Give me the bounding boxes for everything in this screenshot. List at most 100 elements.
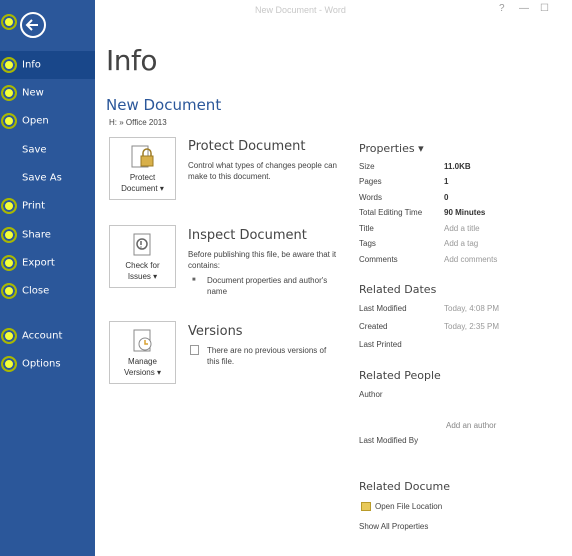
help-button[interactable]: ? (499, 3, 505, 14)
property-value: 90 Minutes (444, 208, 486, 217)
marker-icon (1, 283, 17, 299)
property-row: Title Add a title (359, 224, 559, 236)
property-row: Last Printed (359, 340, 559, 352)
property-row: Last Modified Today, 4:08 PM (359, 304, 559, 316)
check-for-issues-button[interactable]: Check for Issues ▾ (109, 225, 176, 288)
versions-description: There are no previous versions of this f… (207, 346, 327, 366)
marker-icon (1, 198, 17, 214)
nav-item-new[interactable]: New (0, 79, 95, 107)
folder-icon (361, 502, 371, 511)
property-value: Today, 4:08 PM (444, 304, 499, 313)
protect-title: Protect Document (188, 139, 306, 154)
manage-versions-icon (133, 329, 152, 352)
inspect-bullet-text: Document properties and author's name (207, 276, 328, 296)
property-row: Tags Add a tag (359, 239, 559, 251)
property-name: Last Printed (359, 340, 402, 349)
backstage-sidebar: Info New Open Save Save As Print Share E… (0, 0, 95, 556)
property-name: Size (359, 162, 375, 171)
nav-label: Export (22, 257, 55, 269)
nav-item-share[interactable]: Share (0, 221, 95, 249)
lock-document-icon (131, 145, 154, 168)
bullet-icon: ■ (192, 277, 196, 283)
property-name: Last Modified (359, 304, 407, 313)
marker-icon (1, 57, 17, 73)
marker-icon (1, 14, 17, 30)
nav-label: Info (22, 59, 41, 71)
back-button[interactable] (20, 12, 46, 38)
marker-icon (1, 227, 17, 243)
nav-item-account[interactable]: Account (0, 322, 95, 350)
property-value: 0 (444, 193, 449, 202)
nav-item-options[interactable]: Options (0, 350, 95, 378)
tile-label: Protect Document ▾ (110, 172, 175, 194)
related-people-heading: Related People (359, 369, 441, 382)
open-file-location-link[interactable]: Open File Location (375, 502, 442, 511)
document-icon (190, 345, 199, 355)
property-value: 11.0KB (444, 162, 471, 171)
property-name: Title (359, 224, 374, 233)
title-bar: New Document - Word ? — ☐ (95, 0, 572, 22)
tile-label-line: Versions ▾ (124, 368, 161, 377)
nav-label: Account (22, 330, 63, 342)
related-dates-heading: Related Dates (359, 283, 437, 296)
inspect-title: Inspect Document (188, 228, 307, 243)
manage-versions-button[interactable]: Manage Versions ▾ (109, 321, 176, 384)
marker-icon (1, 85, 17, 101)
nav-item-open[interactable]: Open (0, 107, 95, 135)
add-title-field[interactable]: Add a title (444, 224, 480, 233)
tile-label-line: Check for (125, 261, 160, 270)
marker-icon (1, 255, 17, 271)
tile-label-line: Manage (128, 357, 157, 366)
property-name: Words (359, 193, 382, 202)
tile-label: Check for Issues ▾ (110, 260, 175, 282)
property-row: Pages 1 (359, 177, 559, 189)
nav-label: Options (22, 358, 61, 370)
tile-label-line: Issues ▾ (127, 272, 158, 281)
tile-label: Manage Versions ▾ (110, 356, 175, 378)
add-author-link[interactable]: Add an author (446, 421, 496, 430)
inspect-description: Before publishing this file, be aware th… (188, 250, 337, 270)
author-label: Author (359, 390, 383, 399)
nav-label: Open (22, 115, 49, 127)
nav-label: Save (22, 144, 47, 156)
add-comments-field[interactable]: Add comments (444, 255, 497, 264)
property-value: 1 (444, 177, 449, 186)
maximize-button[interactable]: ☐ (540, 3, 549, 14)
protect-description: Control what types of changes people can… (188, 161, 337, 181)
page-title: Info (106, 44, 158, 77)
tile-label-line: Document ▾ (121, 184, 164, 193)
marker-icon (1, 113, 17, 129)
property-row: Created Today, 2:35 PM (359, 322, 559, 334)
nav-item-close[interactable]: Close (0, 277, 95, 305)
nav-label: Share (22, 229, 51, 241)
add-tag-field[interactable]: Add a tag (444, 239, 478, 248)
related-documents-heading: Related Docume (359, 480, 450, 493)
property-name: Total Editing Time (359, 208, 423, 217)
nav-label: Print (22, 200, 46, 212)
nav-item-info[interactable]: Info (0, 51, 95, 79)
property-value: Today, 2:35 PM (444, 322, 499, 331)
versions-title: Versions (188, 324, 243, 339)
properties-heading[interactable]: Properties ▾ (359, 142, 424, 155)
property-row: Words 0 (359, 193, 559, 205)
nav-label: New (22, 87, 44, 99)
minimize-button[interactable]: — (519, 3, 529, 14)
property-row: Total Editing Time 90 Minutes (359, 208, 559, 220)
nav-label: Close (22, 285, 50, 297)
nav-item-export[interactable]: Export (0, 249, 95, 277)
protect-document-button[interactable]: Protect Document ▾ (109, 137, 176, 200)
property-name: Pages (359, 177, 382, 186)
property-name: Tags (359, 239, 376, 248)
nav-item-print[interactable]: Print (0, 192, 95, 220)
show-all-properties-link[interactable]: Show All Properties (359, 522, 428, 531)
tile-label-line: Protect (129, 173, 156, 182)
property-row: Comments Add comments (359, 255, 559, 267)
nav-label: Save As (22, 172, 62, 184)
document-path: H: » Office 2013 (109, 118, 167, 127)
nav-item-save-as[interactable]: Save As (0, 164, 95, 192)
marker-icon (1, 328, 17, 344)
property-row: Size 11.0KB (359, 162, 559, 174)
last-modified-by-label: Last Modified By (359, 436, 419, 445)
nav-item-save[interactable]: Save (0, 136, 95, 164)
property-name: Created (359, 322, 388, 331)
